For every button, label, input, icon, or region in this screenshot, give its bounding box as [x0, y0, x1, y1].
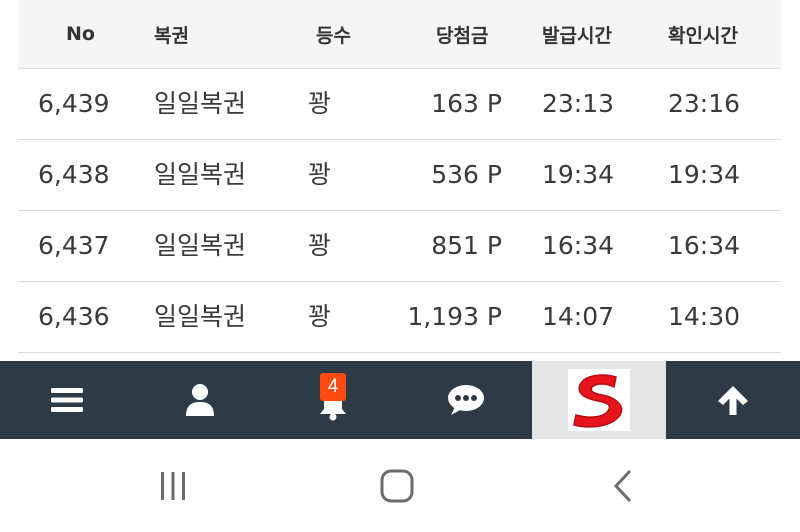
recent-apps-button[interactable]	[140, 439, 206, 532]
cell-prize: 163 P	[431, 89, 502, 118]
cell-no: 6,436	[38, 302, 110, 331]
lottery-history-table: No 복권 등수 당첨금 발급시간 확인시간 6,439 일일복권 꽝 163 …	[18, 0, 781, 353]
table-header: No 복권 등수 당첨금 발급시간 확인시간	[18, 0, 781, 69]
bottom-app-bar: 4	[0, 361, 800, 439]
menu-icon	[50, 388, 83, 412]
cell-prize: 851 P	[431, 231, 502, 260]
table-row: 6,438 일일복권 꽝 536 P 19:34 19:34	[18, 140, 781, 211]
profile-button[interactable]	[133, 361, 266, 439]
header-issued-time: 발급시간	[542, 24, 612, 47]
cell-rank: 꽝	[308, 89, 332, 118]
cell-prize: 536 P	[431, 160, 502, 189]
cell-lottery: 일일복권	[154, 231, 247, 260]
header-no: No	[66, 23, 95, 45]
scroll-top-button[interactable]	[666, 361, 800, 439]
cell-no: 6,438	[38, 160, 110, 189]
cell-checked-time: 14:30	[668, 302, 741, 331]
cell-checked-time: 23:16	[668, 89, 741, 118]
back-button[interactable]	[590, 439, 656, 532]
cell-rank: 꽝	[308, 302, 332, 331]
chat-icon	[447, 385, 484, 415]
site-logo-button[interactable]	[532, 361, 666, 439]
home-button[interactable]	[364, 439, 430, 532]
recent-apps-icon	[161, 471, 185, 500]
cell-rank: 꽝	[308, 160, 332, 189]
cell-issued-time: 23:13	[542, 89, 615, 118]
header-lottery: 복권	[154, 24, 189, 47]
table-row: 6,436 일일복권 꽝 1,193 P 14:07 14:30	[18, 282, 781, 353]
menu-button[interactable]	[0, 361, 133, 439]
chat-button[interactable]	[399, 361, 532, 439]
cell-issued-time: 14:07	[542, 302, 615, 331]
cell-checked-time: 16:34	[668, 231, 741, 260]
table-row: 6,439 일일복권 꽝 163 P 23:13 23:16	[18, 69, 781, 140]
cell-no: 6,437	[38, 231, 110, 260]
cell-prize: 1,193 P	[407, 302, 502, 331]
cell-no: 6,439	[38, 89, 110, 118]
table-row: 6,437 일일복권 꽝 851 P 16:34 16:34	[18, 211, 781, 282]
cell-checked-time: 19:34	[668, 160, 741, 189]
cell-rank: 꽝	[308, 231, 332, 260]
site-logo	[568, 369, 630, 431]
header-checked-time: 확인시간	[668, 24, 738, 47]
home-icon	[380, 469, 414, 502]
notification-count-badge: 4	[320, 373, 346, 401]
arrow-up-icon	[718, 386, 748, 415]
cell-issued-time: 16:34	[542, 231, 615, 260]
cell-issued-time: 19:34	[542, 160, 615, 189]
cell-lottery: 일일복권	[154, 302, 247, 331]
cell-lottery: 일일복권	[154, 160, 247, 189]
header-prize: 당첨금	[436, 24, 489, 47]
system-navigation-bar	[0, 439, 800, 532]
user-icon	[185, 384, 214, 416]
cell-lottery: 일일복권	[154, 89, 247, 118]
header-rank: 등수	[316, 24, 351, 47]
back-icon	[613, 469, 632, 502]
